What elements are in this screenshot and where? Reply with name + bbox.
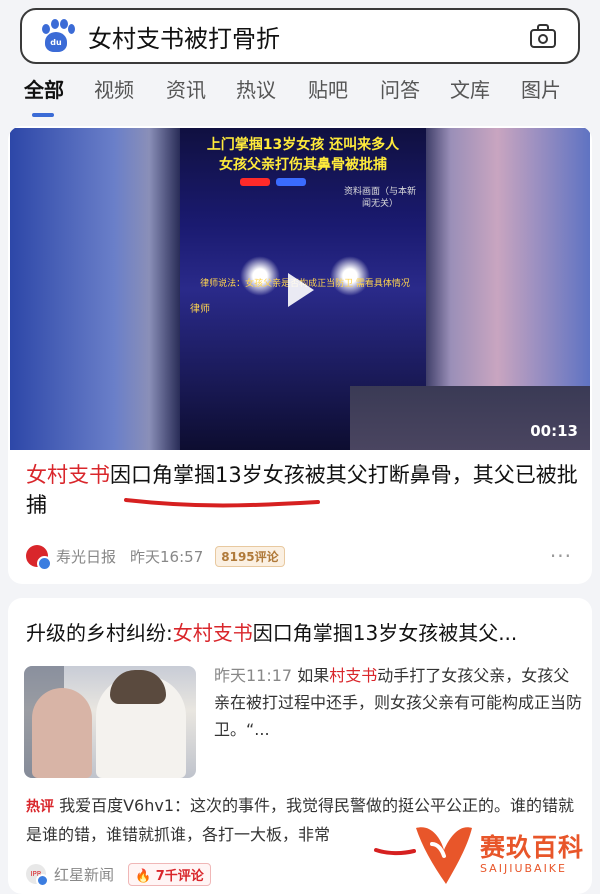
publish-time: 昨天16:57 (130, 547, 204, 566)
more-options-icon[interactable]: ··· (550, 544, 572, 568)
comment-count-badge[interactable]: 8195评论 (215, 545, 285, 567)
source-name[interactable]: 红星新闻 (54, 864, 114, 885)
source-logo-icon: IPR (26, 864, 49, 887)
result-card-video-news[interactable]: 上门掌掴13岁女孩 还叫来多人 女孩父亲打伤其鼻骨被批捕 资料画面（与本新闻无关… (8, 126, 592, 584)
article-meta: IPR 红星新闻 🔥 7千评论 (26, 862, 211, 887)
tab-video[interactable]: 视频 (94, 74, 134, 103)
tab-news[interactable]: 资讯 (166, 74, 206, 103)
watermark-shape-icon (416, 827, 472, 884)
source-logo-icon (26, 545, 52, 571)
source-name[interactable]: 寿光日报 (56, 546, 116, 567)
watermark-subtitle: SAIJIUBAIKE (480, 862, 567, 875)
search-bar[interactable]: du 女村支书被打骨折 (20, 8, 580, 64)
camera-icon[interactable] (528, 21, 558, 51)
tab-qa[interactable]: 问答 (380, 74, 420, 103)
baidu-logo-text: du (45, 32, 67, 52)
tab-all[interactable]: 全部 (24, 74, 64, 103)
watermark-title: 赛玖百科 (480, 833, 585, 862)
tab-bar: 全部 视频 资讯 热议 贴吧 问答 文库 图片 (0, 74, 600, 120)
watermark-logo: 赛玖百科 SAIJIUBAIKE (410, 814, 594, 890)
result-meta: 寿光日报 昨天16:57 8195评论 (26, 544, 285, 571)
tab-hot-discussion[interactable]: 热议 (236, 74, 276, 103)
baidu-paw-icon: du (38, 18, 75, 54)
tab-images[interactable]: 图片 (521, 74, 561, 103)
search-input[interactable]: 女村支书被打骨折 (88, 19, 528, 54)
tab-tieba[interactable]: 贴吧 (308, 74, 348, 103)
active-tab-indicator (32, 113, 54, 117)
red-underline-annotation (124, 498, 320, 508)
tab-library[interactable]: 文库 (450, 74, 490, 103)
comment-count-badge[interactable]: 🔥 7千评论 (128, 862, 211, 886)
